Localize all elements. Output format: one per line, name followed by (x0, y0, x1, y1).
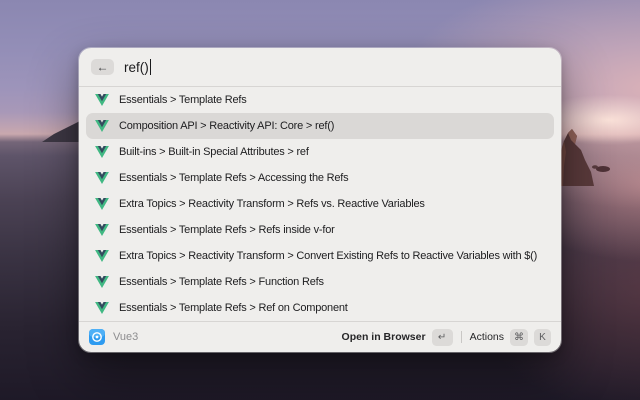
sea-rock (560, 129, 610, 186)
open-in-browser-action[interactable]: Open in Browser (342, 331, 426, 343)
result-row[interactable]: Extra Topics > Reactivity Transform > Re… (86, 191, 554, 217)
footer-separator (460, 331, 462, 343)
vue-logo-icon (95, 172, 109, 184)
search-input[interactable]: ref() (124, 59, 152, 75)
result-row[interactable]: Essentials > Template Refs > Ref on Comp… (86, 295, 554, 321)
result-label: Composition API > Reactivity API: Core >… (119, 120, 335, 132)
k-key-icon: K (534, 328, 551, 346)
enter-key-icon: ↵ (431, 328, 453, 346)
result-row[interactable]: Essentials > Template Refs > Function Re… (86, 269, 554, 295)
search-palette-window: ← ref() Essentials > Template Refs Compo… (78, 47, 562, 353)
result-label: Extra Topics > Reactivity Transform > Co… (119, 250, 538, 262)
search-query-text: ref() (124, 59, 149, 75)
footer-actions: Open in Browser ↵ Actions ⌘ K (342, 328, 551, 346)
search-bar: ← ref() (79, 48, 561, 86)
result-row[interactable]: Essentials > Template Refs > Accessing t… (86, 165, 554, 191)
footer-source: Vue3 (89, 329, 138, 345)
vue-logo-icon (95, 146, 109, 158)
vue3-extension-icon (89, 329, 105, 345)
vue-logo-icon (95, 224, 109, 236)
result-label: Extra Topics > Reactivity Transform > Re… (119, 198, 425, 210)
actions-button[interactable]: Actions (470, 331, 504, 343)
result-label: Essentials > Template Refs > Ref on Comp… (119, 302, 348, 314)
back-button[interactable]: ← (91, 59, 114, 75)
result-label: Essentials > Template Refs (119, 94, 247, 106)
result-row[interactable]: Composition API > Reactivity API: Core >… (86, 113, 554, 139)
text-caret (149, 59, 152, 75)
vue-logo-icon (95, 276, 109, 288)
vue-logo-icon (95, 94, 109, 106)
result-label: Built-ins > Built-in Special Attributes … (119, 146, 309, 158)
vue-logo-icon (95, 120, 109, 132)
results-list: Essentials > Template Refs Composition A… (79, 87, 561, 321)
cmd-key-icon: ⌘ (510, 328, 528, 346)
footer-bar: Vue3 Open in Browser ↵ Actions ⌘ K (79, 322, 561, 352)
result-row[interactable]: Essentials > Template Refs > Refs inside… (86, 217, 554, 243)
result-row[interactable]: Essentials > Template Refs (86, 87, 554, 113)
result-row[interactable]: Extra Topics > Reactivity Transform > Co… (86, 243, 554, 269)
vue-logo-icon (95, 250, 109, 262)
extension-name: Vue3 (113, 331, 139, 343)
result-row[interactable]: Built-ins > Built-in Special Attributes … (86, 139, 554, 165)
back-arrow-icon: ← (96, 60, 109, 74)
vue-logo-icon (95, 198, 109, 210)
result-label: Essentials > Template Refs > Refs inside… (119, 224, 335, 236)
result-label: Essentials > Template Refs > Function Re… (119, 276, 324, 288)
vue-logo-icon (95, 302, 109, 314)
result-label: Essentials > Template Refs > Accessing t… (119, 172, 349, 184)
